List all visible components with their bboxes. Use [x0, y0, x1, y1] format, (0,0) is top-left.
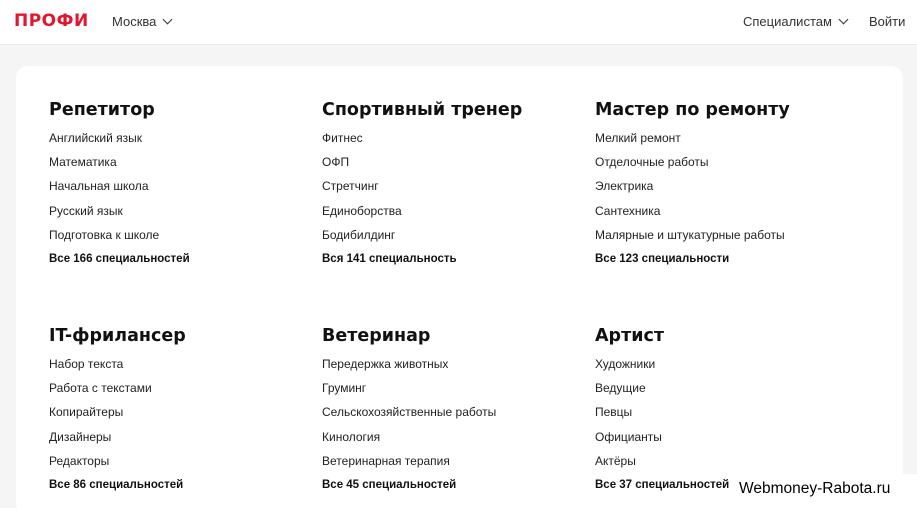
top-header: ПРОФИ Москва Специалистам Войти	[0, 0, 917, 45]
chevron-down-icon	[838, 14, 849, 25]
category-link[interactable]: Официанты	[595, 425, 855, 449]
category-link[interactable]: Бодибилдинг	[322, 223, 582, 247]
category-list: Английский язык Математика Начальная шко…	[49, 126, 309, 247]
chevron-down-icon	[162, 14, 173, 25]
category-link[interactable]: Копирайтеры	[49, 400, 309, 424]
category-link[interactable]: Математика	[49, 150, 309, 174]
category-link[interactable]: Начальная школа	[49, 174, 309, 198]
category-link[interactable]: Художники	[595, 352, 855, 376]
all-specialties-link[interactable]: Все 45 специальностей	[322, 473, 582, 497]
category-link[interactable]: Единоборства	[322, 199, 582, 223]
category-link[interactable]: Редакторы	[49, 449, 309, 473]
category-link[interactable]: Стретчинг	[322, 174, 582, 198]
categories-card: Репетитор Английский язык Математика Нач…	[16, 66, 903, 508]
category-link[interactable]: Английский язык	[49, 126, 309, 150]
profi-logo[interactable]: ПРОФИ	[14, 11, 89, 31]
category-link[interactable]: Малярные и штукатурные работы	[595, 223, 855, 247]
category-link[interactable]: Певцы	[595, 400, 855, 424]
all-specialties-link[interactable]: Вся 141 специальность	[322, 247, 582, 271]
specialists-label: Специалистам	[743, 14, 832, 29]
all-specialties-link[interactable]: Все 86 специальностей	[49, 473, 309, 497]
category-title[interactable]: Артист	[595, 325, 855, 347]
category-link[interactable]: Передержка животных	[322, 352, 582, 376]
category-artist: Артист Художники Ведущие Певцы Официанты…	[595, 325, 855, 497]
category-link[interactable]: Сельскохозяйственные работы	[322, 400, 582, 424]
category-link[interactable]: Фитнес	[322, 126, 582, 150]
city-label: Москва	[112, 14, 157, 29]
category-link[interactable]: Подготовка к школе	[49, 223, 309, 247]
category-list: Передержка животных Груминг Сельскохозяй…	[322, 352, 582, 473]
category-link[interactable]: Электрика	[595, 174, 855, 198]
category-link[interactable]: Ведущие	[595, 376, 855, 400]
category-link[interactable]: Кинология	[322, 425, 582, 449]
category-link[interactable]: Сантехника	[595, 199, 855, 223]
category-link[interactable]: Дизайнеры	[49, 425, 309, 449]
category-link[interactable]: Набор текста	[49, 352, 309, 376]
category-link[interactable]: Груминг	[322, 376, 582, 400]
category-tutor: Репетитор Английский язык Математика Нач…	[49, 99, 309, 271]
category-link[interactable]: Ветеринарная терапия	[322, 449, 582, 473]
category-list: Мелкий ремонт Отделочные работы Электрик…	[595, 126, 855, 247]
category-title[interactable]: Спортивный тренер	[322, 99, 582, 121]
watermark-text: Webmoney-Rabota.ru	[729, 474, 917, 508]
category-link[interactable]: ОФП	[322, 150, 582, 174]
category-link[interactable]: Мелкий ремонт	[595, 126, 855, 150]
category-title[interactable]: Мастер по ремонту	[595, 99, 855, 121]
category-link[interactable]: Работа с текстами	[49, 376, 309, 400]
category-title[interactable]: IT-фрилансер	[49, 325, 309, 347]
category-title[interactable]: Репетитор	[49, 99, 309, 121]
category-list: Набор текста Работа с текстами Копирайте…	[49, 352, 309, 473]
category-link[interactable]: Актёры	[595, 449, 855, 473]
specialists-menu[interactable]: Специалистам	[743, 14, 849, 29]
city-selector[interactable]: Москва	[112, 14, 173, 29]
all-specialties-link[interactable]: Все 123 специальности	[595, 247, 855, 271]
login-link[interactable]: Войти	[869, 14, 905, 29]
category-link[interactable]: Отделочные работы	[595, 150, 855, 174]
category-link[interactable]: Русский язык	[49, 199, 309, 223]
all-specialties-link[interactable]: Все 166 специальностей	[49, 247, 309, 271]
category-title[interactable]: Ветеринар	[322, 325, 582, 347]
category-repair-master: Мастер по ремонту Мелкий ремонт Отделочн…	[595, 99, 855, 271]
category-list: Фитнес ОФП Стретчинг Единоборства Бодиби…	[322, 126, 582, 247]
category-sport-trainer: Спортивный тренер Фитнес ОФП Стретчинг Е…	[322, 99, 582, 271]
category-it-freelancer: IT-фрилансер Набор текста Работа с текст…	[49, 325, 309, 497]
category-list: Художники Ведущие Певцы Официанты Актёры	[595, 352, 855, 473]
category-veterinarian: Ветеринар Передержка животных Груминг Се…	[322, 325, 582, 497]
